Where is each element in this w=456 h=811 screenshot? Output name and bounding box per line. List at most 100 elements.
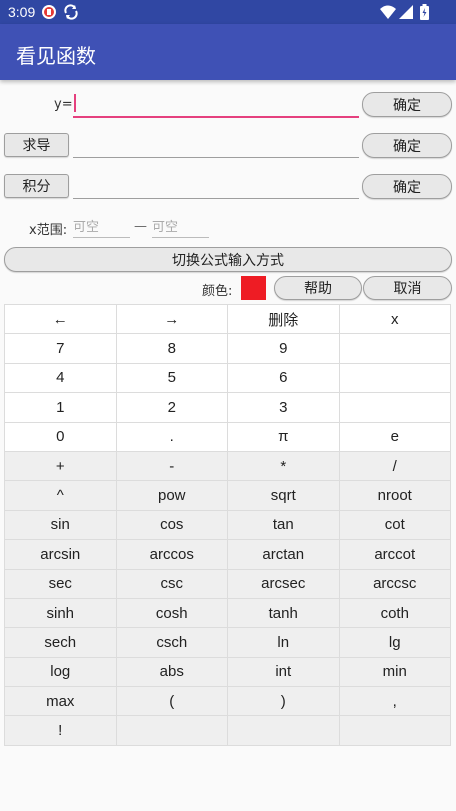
key-5[interactable]: 5	[116, 363, 228, 394]
switch-input-mode-button[interactable]: 切换公式输入方式	[4, 247, 452, 272]
key-empty	[228, 716, 340, 746]
key-arctan[interactable]: arctan	[228, 540, 340, 570]
key-max[interactable]: max	[5, 687, 117, 717]
x-range-to-input[interactable]: 可空	[152, 216, 209, 238]
x-range-dash: —	[134, 219, 147, 234]
key-empty	[339, 334, 451, 364]
keypad-row: 123	[5, 393, 451, 423]
signal-icon	[399, 4, 413, 20]
color-label: 颜色:	[202, 284, 233, 299]
keypad-row: log abs int min	[5, 657, 451, 688]
key-abs[interactable]: abs	[116, 657, 228, 688]
keypad-row: ← → 删除 x	[5, 305, 451, 335]
y-label: y=	[54, 97, 73, 112]
key-e[interactable]: e	[339, 422, 451, 452]
key-sin[interactable]: sin	[5, 510, 117, 541]
key-tanh[interactable]: tanh	[228, 598, 340, 629]
key-3[interactable]: 3	[228, 393, 340, 423]
key-cosh[interactable]: cosh	[116, 598, 228, 629]
key-cos[interactable]: cos	[116, 510, 228, 541]
key-csch[interactable]: csch	[116, 628, 228, 658]
key-empty	[339, 716, 451, 746]
derivative-confirm-button[interactable]: 确定	[362, 133, 452, 158]
key-6[interactable]: 6	[228, 363, 340, 394]
status-time: 3:09	[8, 4, 36, 20]
key-lg[interactable]: lg	[339, 628, 451, 658]
key-x[interactable]: x	[339, 305, 451, 335]
key-![interactable]: !	[5, 716, 117, 746]
help-button[interactable]: 帮助	[274, 276, 362, 300]
key-sech[interactable]: sech	[5, 628, 117, 658]
key-)[interactable]: )	[228, 687, 340, 717]
key-cot[interactable]: cot	[339, 510, 451, 541]
key-arccot[interactable]: arccot	[339, 540, 451, 570]
key-arcsec[interactable]: arcsec	[228, 569, 340, 599]
key-,[interactable]: ,	[339, 687, 451, 717]
key-2[interactable]: 2	[116, 393, 228, 423]
sync-icon	[63, 4, 79, 20]
y-input[interactable]	[73, 92, 359, 118]
key-*[interactable]: *	[228, 451, 340, 482]
key-.[interactable]: .	[116, 422, 228, 452]
text-caret	[74, 94, 76, 112]
function-keypad: ← → 删除 x 7 8 9 4 5 6 1 2 3 0. π e + - * / ^ pow sqrt nroot sin co…	[4, 304, 451, 746]
keypad-row: 0.πe	[5, 422, 451, 452]
keypad-row: + - * /	[5, 451, 451, 482]
key-7[interactable]: 7	[5, 334, 117, 364]
keypad-row: sin cos tan cot	[5, 510, 451, 541]
key-sec[interactable]: sec	[5, 569, 117, 599]
wifi-icon	[380, 4, 396, 20]
key-pow[interactable]: pow	[116, 481, 228, 511]
x-range-from-input[interactable]: 可空	[73, 216, 130, 238]
cancel-button[interactable]: 取消	[363, 276, 452, 300]
key--[interactable]: -	[116, 451, 228, 482]
key-nroot[interactable]: nroot	[339, 481, 451, 511]
key-4[interactable]: 4	[5, 363, 117, 394]
key-删除[interactable]: 删除	[228, 305, 340, 335]
key-coth[interactable]: coth	[339, 598, 451, 629]
key-1[interactable]: 1	[5, 393, 117, 423]
key-→[interactable]: →	[116, 305, 228, 335]
key-empty	[116, 716, 228, 746]
integral-button[interactable]: 积分	[4, 174, 69, 198]
keypad-row: !	[5, 716, 451, 746]
key-log[interactable]: log	[5, 657, 117, 688]
key-+[interactable]: +	[5, 451, 117, 482]
y-confirm-button[interactable]: 确定	[362, 92, 452, 117]
key-^[interactable]: ^	[5, 481, 117, 511]
key-tan[interactable]: tan	[228, 510, 340, 541]
derivative-button[interactable]: 求导	[4, 133, 69, 157]
color-swatch[interactable]	[241, 276, 266, 300]
key-sqrt[interactable]: sqrt	[228, 481, 340, 511]
key-/[interactable]: /	[339, 451, 451, 482]
key-arcsin[interactable]: arcsin	[5, 540, 117, 570]
key-csc[interactable]: csc	[116, 569, 228, 599]
key-arccos[interactable]: arccos	[116, 540, 228, 570]
derivative-input[interactable]	[73, 132, 359, 158]
key-sinh[interactable]: sinh	[5, 598, 117, 629]
keypad-row: ^ pow sqrt nroot	[5, 481, 451, 511]
notification-badge-icon	[41, 4, 57, 20]
key-0[interactable]: 0	[5, 422, 117, 452]
key-arccsc[interactable]: arccsc	[339, 569, 451, 599]
keypad-row: arcsin arccos arctan arccot	[5, 540, 451, 570]
keypad-row: max(),	[5, 687, 451, 717]
status-bar: 3:09	[0, 0, 456, 24]
key-9[interactable]: 9	[228, 334, 340, 364]
key-8[interactable]: 8	[116, 334, 228, 364]
key-←[interactable]: ←	[5, 305, 117, 335]
key-min[interactable]: min	[339, 657, 451, 688]
key-π[interactable]: π	[228, 422, 340, 452]
integral-confirm-button[interactable]: 确定	[362, 174, 452, 199]
key-empty	[339, 363, 451, 394]
keypad-row: sec csc arcsec arccsc	[5, 569, 451, 599]
key-ln[interactable]: ln	[228, 628, 340, 658]
integral-input[interactable]	[73, 173, 359, 199]
key-([interactable]: (	[116, 687, 228, 717]
app-title: 看见函数	[16, 44, 96, 68]
key-int[interactable]: int	[228, 657, 340, 688]
keypad-row: 789	[5, 334, 451, 364]
keypad-row: sinh cosh tanh coth	[5, 598, 451, 629]
keypad-row: 456	[5, 363, 451, 394]
key-empty	[339, 393, 451, 423]
